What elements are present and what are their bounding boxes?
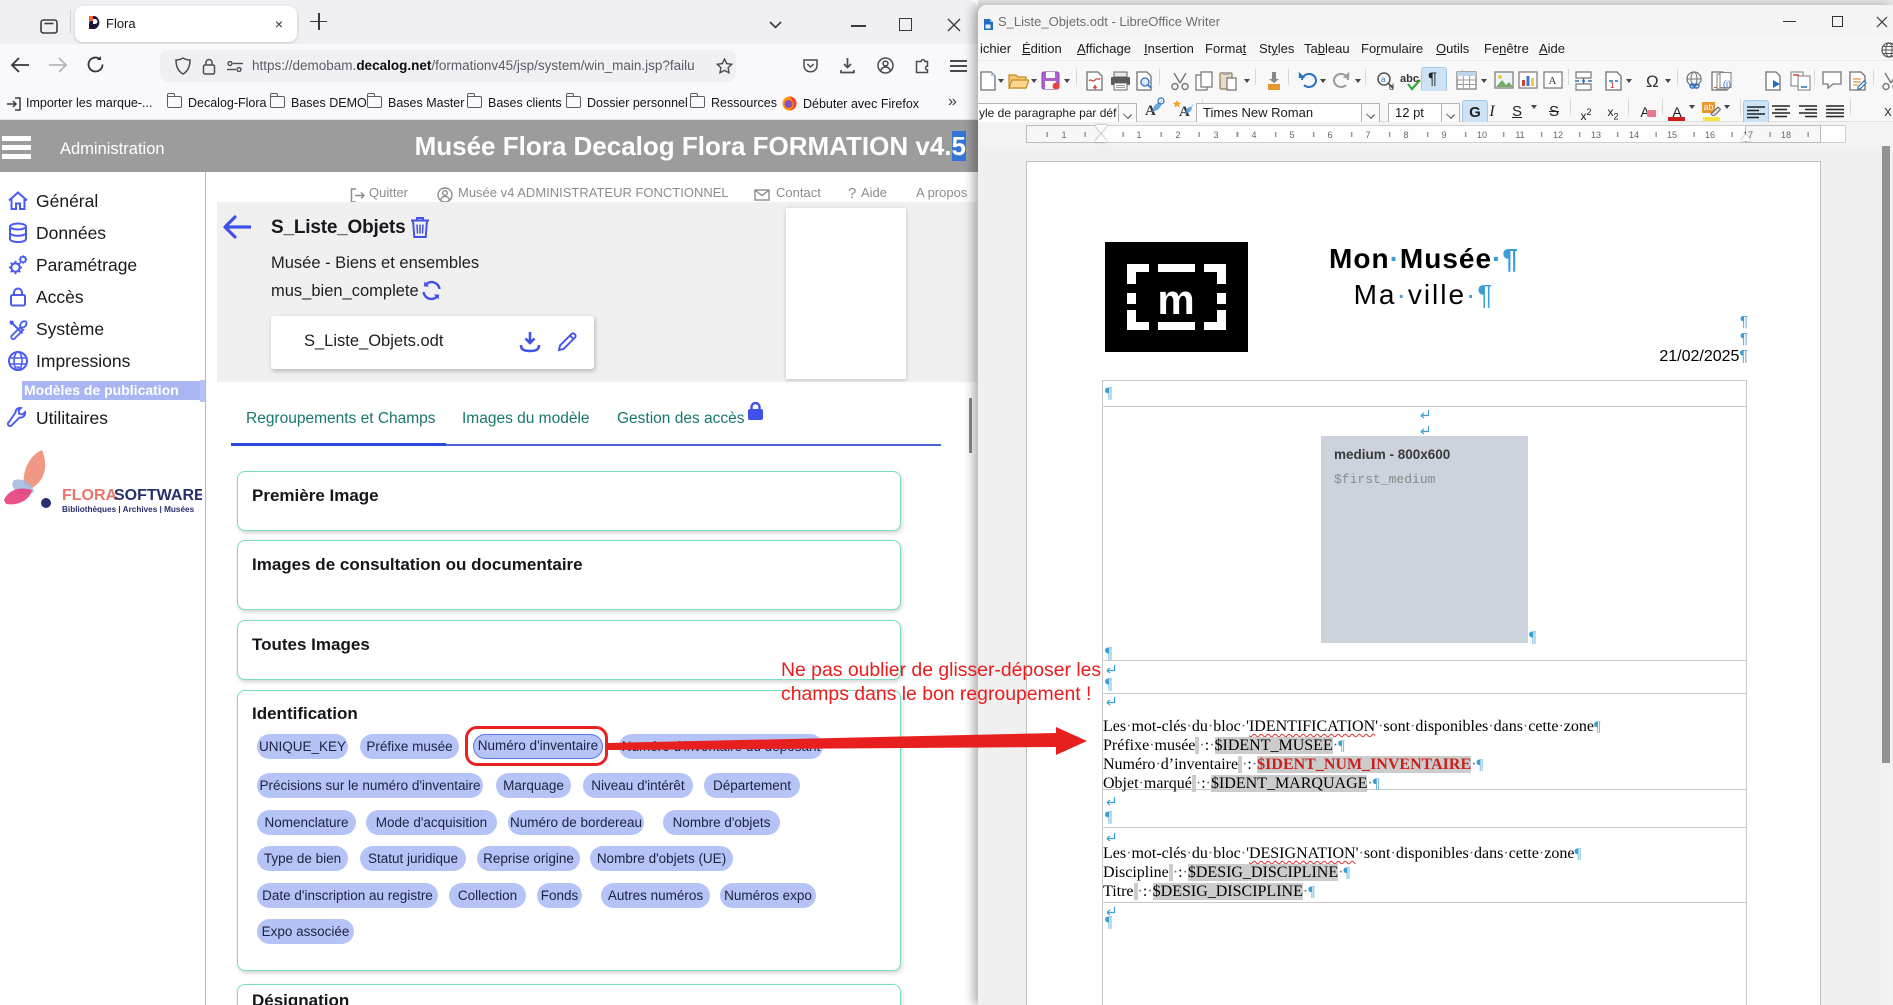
svg-text:Ω: Ω (1646, 72, 1659, 90)
svg-text:a: a (1381, 75, 1386, 84)
svg-text:d: d (1389, 82, 1394, 91)
svg-text:Bibliothèques | Archives | Mus: Bibliothèques | Archives | Musées (62, 505, 195, 513)
svg-text:FLORA: FLORA (62, 487, 118, 504)
svg-text:A: A (1549, 75, 1557, 87)
svg-text:1: 1 (1610, 81, 1615, 90)
svg-text:(i): (i) (1723, 79, 1731, 89)
svg-text:SOFTWARE: SOFTWARE (114, 487, 202, 504)
